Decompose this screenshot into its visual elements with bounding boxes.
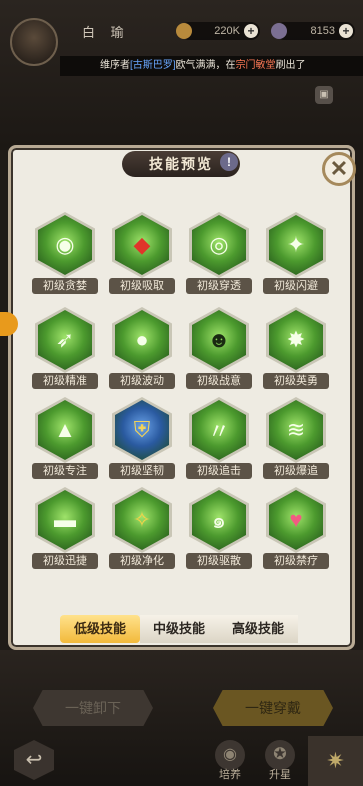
shield-icon: ⛨ xyxy=(133,417,151,442)
blood-drop-icon: ◆ xyxy=(133,232,151,257)
skill-cell[interactable]: ➶ 初级精准 xyxy=(30,307,100,393)
skill-label: 初级迅捷 xyxy=(32,553,98,569)
nav-train[interactable]: ◉ 培养 xyxy=(205,740,255,786)
info-icon[interactable]: ! xyxy=(220,153,238,171)
gem-amount: 8153 xyxy=(310,25,335,37)
skill-label: 初级战意 xyxy=(186,373,252,389)
skill-label: 初级爆追 xyxy=(263,463,329,479)
skill-cell[interactable]: ⛨ 初级坚韧 xyxy=(107,397,177,483)
skill-corner-icon[interactable]: ✷ xyxy=(308,736,363,786)
burst-icon: ✸ xyxy=(286,327,306,352)
skill-label: 初级穿透 xyxy=(186,278,252,294)
avatar[interactable] xyxy=(10,18,58,66)
skill-cell[interactable]: ▬ 初级迅捷 xyxy=(30,487,100,573)
dodge-figure-icon: ✦ xyxy=(286,232,306,257)
crystal-icon: ▲ xyxy=(54,417,76,442)
swirl-icon: ๑ xyxy=(212,507,226,533)
aura-icon: ✧ xyxy=(132,507,152,532)
add-gems-icon[interactable]: + xyxy=(339,24,353,38)
coin-amount: 220K xyxy=(214,25,240,37)
target-icon: ◎ xyxy=(209,232,229,257)
boot-icon: ▬ xyxy=(54,507,76,532)
skill-label: 初级禁疗 xyxy=(263,553,329,569)
flame-ring-icon: ◉ xyxy=(55,232,75,257)
equip-all-button[interactable]: 一键穿戴 xyxy=(213,690,333,726)
skill-tier-tabs: 低级技能 中级技能 高级技能 xyxy=(60,615,298,643)
skill-cell[interactable]: 〃 初级追击 xyxy=(184,397,254,483)
settings-icon[interactable]: ▣ xyxy=(315,86,333,104)
skill-label: 初级驱散 xyxy=(186,553,252,569)
spirit-icon: ☻ xyxy=(207,327,231,352)
slash-icon: 〃 xyxy=(207,419,230,444)
arrow-icon: ➶ xyxy=(55,327,75,352)
nav-upgrade[interactable]: ✪ 升星 xyxy=(255,740,305,786)
skill-cell[interactable]: ☻ 初级战意 xyxy=(184,307,254,393)
skill-cell[interactable]: ✸ 初级英勇 xyxy=(261,307,331,393)
skill-label: 初级贪婪 xyxy=(32,278,98,294)
claw-icon: ≋ xyxy=(286,417,306,442)
tab-low-skills[interactable]: 低级技能 xyxy=(60,615,140,643)
unequip-all-button[interactable]: 一键卸下 xyxy=(33,690,153,726)
skill-label: 初级追击 xyxy=(186,463,252,479)
skill-cell[interactable]: ✧ 初级净化 xyxy=(107,487,177,573)
skill-cell[interactable]: ▲ 初级专注 xyxy=(30,397,100,483)
skill-cell[interactable]: ๑ 初级驱散 xyxy=(184,487,254,573)
skill-label: 初级净化 xyxy=(109,553,175,569)
skill-label: 初级专注 xyxy=(32,463,98,479)
coin-counter: 220K + xyxy=(176,22,260,40)
skill-label: 初级波动 xyxy=(109,373,175,389)
heart-icon: ♥ xyxy=(289,507,303,532)
tab-high-skills[interactable]: 高级技能 xyxy=(218,615,298,643)
skill-label: 初级精准 xyxy=(32,373,98,389)
player-name: 白 瑜 xyxy=(82,25,130,40)
skill-cell[interactable]: ≋ 初级爆追 xyxy=(261,397,331,483)
skill-cell[interactable]: ♥ 初级禁疗 xyxy=(261,487,331,573)
skill-label: 初级吸取 xyxy=(109,278,175,294)
add-coins-icon[interactable]: + xyxy=(244,24,258,38)
gem-counter: 8153 + xyxy=(271,22,355,40)
skill-cell[interactable]: ✦ 初级闪避 xyxy=(261,212,331,298)
announcement-ticker: 维序者[古斯巴罗]欧气满满，在宗门敏堂刷出了 xyxy=(60,56,363,76)
orb-wave-icon: ● xyxy=(135,327,149,352)
skill-cell[interactable]: ◎ 初级穿透 xyxy=(184,212,254,298)
skill-label: 初级坚韧 xyxy=(109,463,175,479)
skill-cell[interactable]: ◆ 初级吸取 xyxy=(107,212,177,298)
skill-cell[interactable]: ● 初级波动 xyxy=(107,307,177,393)
skill-label: 初级英勇 xyxy=(263,373,329,389)
close-button[interactable]: ✕ xyxy=(322,152,356,186)
tab-mid-skills[interactable]: 中级技能 xyxy=(140,615,218,643)
skill-label: 初级闪避 xyxy=(263,278,329,294)
coin-icon xyxy=(176,23,192,39)
skill-cell[interactable]: ◉ 初级贪婪 xyxy=(30,212,100,298)
gem-icon xyxy=(271,23,287,39)
